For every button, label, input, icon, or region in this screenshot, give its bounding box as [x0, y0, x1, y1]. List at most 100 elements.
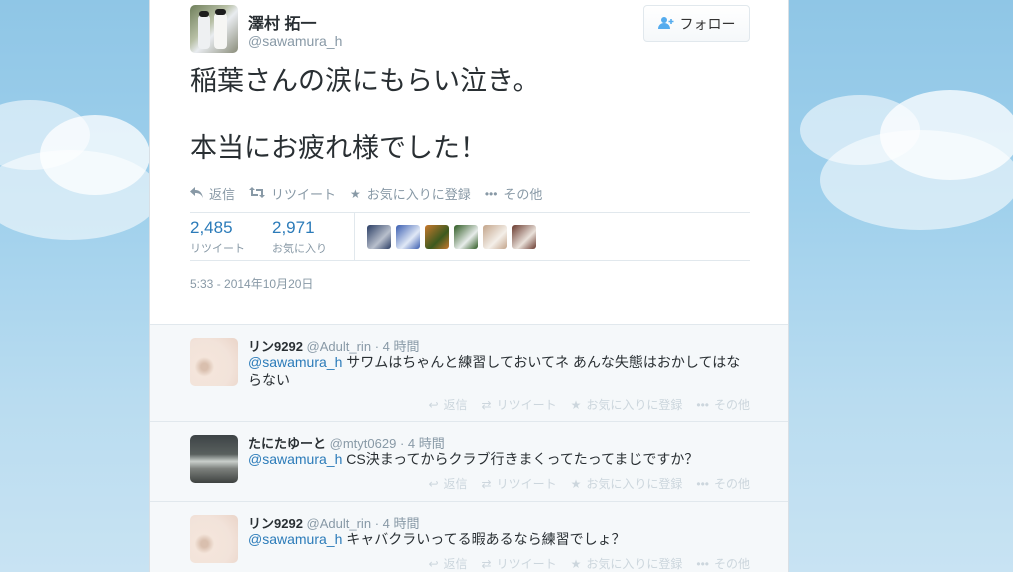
- favorite-label: お気に入りに登録: [586, 398, 683, 412]
- favoriter-avatar[interactable]: [483, 225, 507, 249]
- retweet-icon: ⇄: [481, 556, 492, 571]
- more-dots-icon: •••: [696, 397, 709, 412]
- more-button[interactable]: ••• その他: [696, 396, 750, 413]
- retweet-button[interactable]: ⇄ リツイート: [482, 475, 557, 492]
- author-name[interactable]: 澤村 拓一: [248, 10, 316, 34]
- reply-button[interactable]: 返信: [190, 184, 235, 203]
- more-button[interactable]: ••• その他: [696, 555, 750, 572]
- reply-text: @sawamura_h キャバクラいってる暇あるなら練習でしょ？: [248, 530, 748, 548]
- reply-body: キャバクラいってる暇あるなら練習でしょ？: [342, 531, 626, 547]
- reply-mention[interactable]: @sawamura_h: [248, 354, 342, 370]
- replies-section: リン9292 @Adult_rin · 4 時間 @sawamura_h サワム…: [150, 324, 788, 572]
- reply-author-handle: @Adult_rin: [306, 516, 372, 531]
- favorite-button[interactable]: ★ お気に入りに登録: [571, 475, 683, 492]
- follow-button[interactable]: フォロー: [643, 5, 750, 42]
- reply-avatar[interactable]: [190, 435, 238, 483]
- retweet-button[interactable]: リツイート: [249, 184, 336, 203]
- tweet-card: 澤村 拓一 @sawamura_h フォロー 稲葉さんの涙にもらい泣き。 本当に…: [149, 0, 789, 572]
- reply-author-name: リン9292: [248, 516, 303, 531]
- more-label: その他: [713, 557, 750, 571]
- follow-label: フォロー: [679, 15, 736, 32]
- more-button[interactable]: ••• その他: [696, 475, 750, 492]
- retweet-button[interactable]: ⇄ リツイート: [482, 555, 557, 572]
- reply-author-handle: @mtyt0629: [329, 436, 397, 451]
- more-label: その他: [503, 187, 543, 202]
- cloud-decoration: [0, 150, 160, 240]
- retweet-icon: ⇄: [481, 397, 492, 412]
- tweet-text-line: 本当にお疲れ様でした！: [190, 133, 487, 163]
- tweet-actions: 返信 リツイート ★ お気に入りに登録 ••• その他: [190, 184, 542, 203]
- tweet-timestamp[interactable]: 5:33 - 2014年10月20日: [190, 275, 313, 292]
- reply-text: @sawamura_h サワムはちゃんと練習しておいてネ あんな失態はおかしては…: [248, 353, 748, 389]
- favorite-count: 2,971: [272, 218, 315, 237]
- reply-author-handle: @Adult_rin: [306, 339, 372, 354]
- star-icon: ★: [570, 397, 582, 412]
- reply-label: 返信: [209, 187, 236, 202]
- reply-text: @sawamura_h CS決まってからクラブ行きまくってたってまじですか？: [248, 450, 748, 468]
- favorite-button[interactable]: ★ お気に入りに登録: [350, 184, 471, 203]
- retweet-label: リツイート: [271, 187, 337, 202]
- reply-icon: ↩: [428, 476, 439, 491]
- tweet-text: 稲葉さんの涙にもらい泣き。 本当にお疲れ様でした！: [190, 64, 750, 165]
- more-dots-icon: •••: [696, 556, 709, 571]
- reply-icon: ↩: [428, 556, 439, 571]
- reply-time: · 4 時間: [374, 339, 420, 354]
- more-label: その他: [713, 398, 750, 412]
- retweet-count: 2,485: [190, 218, 233, 237]
- reply-time: · 4 時間: [399, 436, 445, 451]
- reply-author-name: リン9292: [248, 339, 303, 354]
- reply-actions: ↩ 返信 ⇄ リツイート ★ お気に入りに登録 ••• その他: [428, 475, 750, 492]
- reply-item[interactable]: リン9292 @Adult_rin · 4 時間 @sawamura_h キャバ…: [150, 502, 788, 572]
- follow-user-icon: [657, 16, 674, 32]
- reply-icon: [190, 186, 203, 201]
- reply-button[interactable]: ↩ 返信: [428, 475, 467, 492]
- stats-divider-bottom: [190, 260, 750, 261]
- more-button[interactable]: ••• その他: [485, 184, 543, 203]
- author-handle[interactable]: @sawamura_h: [248, 33, 342, 49]
- reply-button[interactable]: ↩ 返信: [428, 555, 467, 572]
- retweet-icon: [249, 186, 266, 201]
- retweet-button[interactable]: ⇄ リツイート: [482, 396, 557, 413]
- reply-time: · 4 時間: [374, 516, 420, 531]
- reply-avatar[interactable]: [190, 338, 238, 386]
- reply-item[interactable]: たにたゆーと @mtyt0629 · 4 時間 @sawamura_h CS決ま…: [150, 422, 788, 502]
- favorite-stat[interactable]: 2,971 お気に入り: [272, 218, 327, 256]
- reply-mention[interactable]: @sawamura_h: [248, 531, 342, 547]
- favoriter-avatars: [367, 225, 536, 249]
- retweet-label: リツイート: [496, 477, 557, 491]
- reply-label: 返信: [443, 557, 468, 571]
- favorite-stat-label: お気に入り: [272, 243, 327, 255]
- favoriter-avatar[interactable]: [367, 225, 391, 249]
- reply-actions: ↩ 返信 ⇄ リツイート ★ お気に入りに登録 ••• その他: [428, 555, 750, 572]
- star-icon: ★: [570, 476, 582, 491]
- reply-icon: ↩: [428, 397, 439, 412]
- more-dots-icon: •••: [696, 476, 709, 491]
- tweet-text-line: 稲葉さんの涙にもらい泣き。: [190, 66, 540, 96]
- reply-avatar[interactable]: [190, 515, 238, 563]
- stats-divider-top: [190, 212, 750, 213]
- favorite-button[interactable]: ★ お気に入りに登録: [571, 396, 683, 413]
- more-dots-icon: •••: [484, 186, 498, 201]
- reply-label: 返信: [443, 398, 468, 412]
- favoriter-avatar[interactable]: [512, 225, 536, 249]
- retweet-stat-label: リツイート: [190, 243, 245, 255]
- cloud-decoration: [820, 130, 1013, 230]
- retweet-label: リツイート: [496, 557, 557, 571]
- favorite-button[interactable]: ★ お気に入りに登録: [571, 555, 683, 572]
- reply-body: CS決まってからクラブ行きまくってたってまじですか？: [342, 451, 699, 467]
- retweet-stat[interactable]: 2,485 リツイート: [190, 218, 245, 256]
- favoriter-avatar[interactable]: [454, 225, 478, 249]
- author-avatar[interactable]: [190, 5, 238, 53]
- favorite-label: お気に入りに登録: [586, 477, 683, 491]
- reply-mention[interactable]: @sawamura_h: [248, 451, 342, 467]
- reply-author-name: たにたゆーと: [248, 436, 327, 451]
- retweet-icon: ⇄: [481, 476, 492, 491]
- star-icon: ★: [570, 556, 582, 571]
- reply-item[interactable]: リン9292 @Adult_rin · 4 時間 @sawamura_h サワム…: [150, 325, 788, 422]
- favoriter-avatar[interactable]: [425, 225, 449, 249]
- reply-button[interactable]: ↩ 返信: [428, 396, 467, 413]
- retweet-label: リツイート: [496, 398, 557, 412]
- reply-actions: ↩ 返信 ⇄ リツイート ★ お気に入りに登録 ••• その他: [428, 396, 750, 413]
- more-label: その他: [713, 477, 750, 491]
- favoriter-avatar[interactable]: [396, 225, 420, 249]
